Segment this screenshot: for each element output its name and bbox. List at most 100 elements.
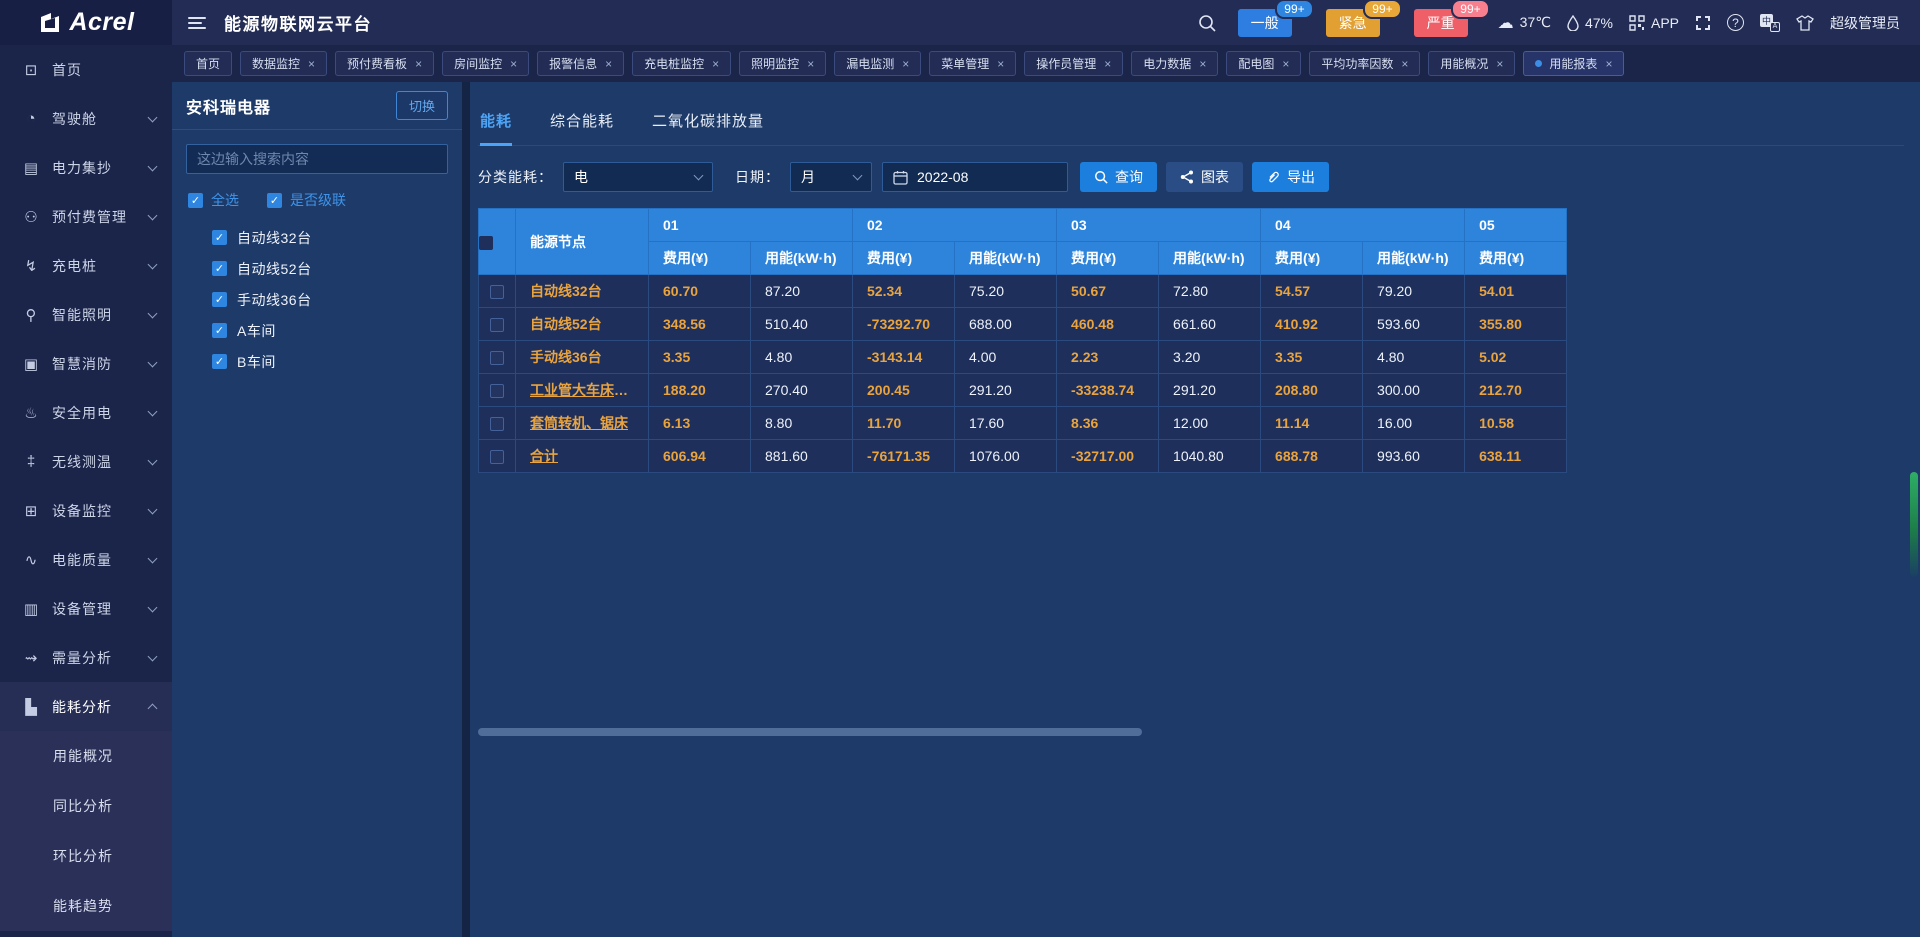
sidebar-item-cockpit[interactable]: ◔驾驶舱 xyxy=(0,94,172,143)
select-all-checkbox[interactable]: ✓ 全选 xyxy=(188,190,239,210)
row-checkbox[interactable] xyxy=(490,450,504,464)
close-icon[interactable]: × xyxy=(807,57,814,71)
energy-node-name[interactable]: 自动线32台 xyxy=(516,275,649,308)
submenu-item-环比分析[interactable]: 环比分析 xyxy=(0,831,172,881)
sidebar-item-energy-analysis[interactable]: ▙能耗分析 xyxy=(0,682,172,731)
tab-配电图[interactable]: 配电图× xyxy=(1226,51,1301,76)
tree-item-B车间[interactable]: ✓B车间 xyxy=(212,346,462,377)
sidebar-item-power-reading[interactable]: ▤电力集抄 xyxy=(0,143,172,192)
close-icon[interactable]: × xyxy=(712,57,719,71)
tab-二氧化碳排放量[interactable]: 二氧化碳排放量 xyxy=(652,110,764,145)
date-picker[interactable]: 2022-08 xyxy=(882,162,1068,192)
tab-电力数据[interactable]: 电力数据× xyxy=(1131,51,1218,76)
sidebar-item-prepaid-mgmt[interactable]: ⚇预付费管理 xyxy=(0,192,172,241)
tab-首页[interactable]: 首页 xyxy=(184,51,232,76)
node-link[interactable]: 工业管大车床、加... xyxy=(530,382,649,398)
sidebar-item-smart-fire[interactable]: ▣智慧消防 xyxy=(0,339,172,388)
switch-button[interactable]: 切换 xyxy=(396,91,448,120)
table-select-all-checkbox[interactable] xyxy=(479,236,493,250)
close-icon[interactable]: × xyxy=(997,57,1004,71)
sidebar-item-power-quality[interactable]: ∿电能质量 xyxy=(0,535,172,584)
tab-平均功率因数[interactable]: 平均功率因数× xyxy=(1309,51,1420,76)
sidebar-item-smart-lighting[interactable]: ⚲智能照明 xyxy=(0,290,172,339)
tree-item-自动线52台[interactable]: ✓自动线52台 xyxy=(212,253,462,284)
tab-照明监控[interactable]: 照明监控× xyxy=(739,51,826,76)
close-icon[interactable]: × xyxy=(415,57,422,71)
checkbox-checked-icon[interactable]: ✓ xyxy=(212,230,227,245)
checkbox-checked-icon[interactable]: ✓ xyxy=(212,292,227,307)
close-icon[interactable]: × xyxy=(1496,57,1503,71)
close-icon[interactable]: × xyxy=(1605,57,1612,71)
period-select[interactable]: 月 xyxy=(790,162,872,192)
tab-综合能耗[interactable]: 综合能耗 xyxy=(550,110,614,145)
sidebar-item-device-monitor[interactable]: ⊞设备监控 xyxy=(0,486,172,535)
tree-item-A车间[interactable]: ✓A车间 xyxy=(212,315,462,346)
tab-预付费看板[interactable]: 预付费看板× xyxy=(335,51,434,76)
theme-shirt-icon[interactable] xyxy=(1796,15,1814,31)
checkbox-checked-icon[interactable]: ✓ xyxy=(212,323,227,338)
category-select[interactable]: 电 xyxy=(563,162,713,192)
energy-node-name[interactable]: 工业管大车床、加... xyxy=(516,374,649,407)
tab-漏电监测[interactable]: 漏电监测× xyxy=(834,51,921,76)
energy-node-name[interactable]: 手动线36台 xyxy=(516,341,649,374)
sidebar-item-device-mgmt[interactable]: ▥设备管理 xyxy=(0,584,172,633)
tab-用能报表[interactable]: 用能报表× xyxy=(1523,51,1624,76)
energy-node-name[interactable]: 合计 xyxy=(516,440,649,473)
fee-value: -32717.00 xyxy=(1057,440,1159,473)
close-icon[interactable]: × xyxy=(1282,57,1289,71)
energy-node-name[interactable]: 套筒转机、锯床 xyxy=(516,407,649,440)
row-checkbox[interactable] xyxy=(490,351,504,365)
tab-数据监控[interactable]: 数据监控× xyxy=(240,51,327,76)
tree-item-手动线36台[interactable]: ✓手动线36台 xyxy=(212,284,462,315)
close-icon[interactable]: × xyxy=(1401,57,1408,71)
cascade-checkbox[interactable]: ✓ 是否级联 xyxy=(267,190,346,210)
export-button[interactable]: 导出 xyxy=(1252,162,1329,192)
sidebar-item-safe-power[interactable]: ♨安全用电 xyxy=(0,388,172,437)
alarm-button-严重[interactable]: 严重99+ xyxy=(1414,9,1468,37)
help-icon[interactable]: ? xyxy=(1727,14,1744,31)
close-icon[interactable]: × xyxy=(902,57,909,71)
node-link[interactable]: 合计 xyxy=(530,448,558,464)
chart-button[interactable]: 图表 xyxy=(1166,162,1243,192)
tab-操作员管理[interactable]: 操作员管理× xyxy=(1024,51,1123,76)
submenu-item-用能概况[interactable]: 用能概况 xyxy=(0,731,172,781)
tab-充电桩监控[interactable]: 充电桩监控× xyxy=(632,51,731,76)
close-icon[interactable]: × xyxy=(308,57,315,71)
alarm-button-一般[interactable]: 一般99+ xyxy=(1238,9,1292,37)
submenu-item-同比分析[interactable]: 同比分析 xyxy=(0,781,172,831)
horizontal-scrollbar[interactable] xyxy=(478,728,1142,736)
row-checkbox[interactable] xyxy=(490,285,504,299)
row-checkbox[interactable] xyxy=(490,417,504,431)
sidebar-item-charging-pile[interactable]: ↯充电桩 xyxy=(0,241,172,290)
close-icon[interactable]: × xyxy=(605,57,612,71)
sidebar-item-demand-analysis[interactable]: ⇝需量分析 xyxy=(0,633,172,682)
checkbox-checked-icon[interactable]: ✓ xyxy=(212,261,227,276)
tab-用能概况[interactable]: 用能概况× xyxy=(1428,51,1515,76)
collapse-menu-icon[interactable] xyxy=(188,17,208,29)
fullscreen-icon[interactable] xyxy=(1695,15,1711,31)
tab-报警信息[interactable]: 报警信息× xyxy=(537,51,624,76)
app-qr-button[interactable]: APP xyxy=(1629,15,1679,31)
language-icon[interactable]: 中A xyxy=(1760,14,1780,32)
submenu-item-能耗趋势[interactable]: 能耗趋势 xyxy=(0,881,172,931)
tab-能耗[interactable]: 能耗 xyxy=(480,110,512,145)
tab-房间监控[interactable]: 房间监控× xyxy=(442,51,529,76)
close-icon[interactable]: × xyxy=(1104,57,1111,71)
row-checkbox[interactable] xyxy=(490,384,504,398)
alarm-button-紧急[interactable]: 紧急99+ xyxy=(1326,9,1380,37)
device-search-input[interactable] xyxy=(186,144,448,174)
sidebar-item-home[interactable]: ⊡首页 xyxy=(0,45,172,94)
node-link[interactable]: 套筒转机、锯床 xyxy=(530,415,628,431)
tab-菜单管理[interactable]: 菜单管理× xyxy=(929,51,1016,76)
current-user[interactable]: 超级管理员 xyxy=(1830,13,1900,33)
search-icon[interactable] xyxy=(1198,14,1216,32)
checkbox-checked-icon[interactable]: ✓ xyxy=(212,354,227,369)
vertical-scrollbar[interactable] xyxy=(1910,472,1918,577)
sidebar-item-wireless-temp[interactable]: ‡无线测温 xyxy=(0,437,172,486)
close-icon[interactable]: × xyxy=(1199,57,1206,71)
row-checkbox[interactable] xyxy=(490,318,504,332)
tree-item-自动线32台[interactable]: ✓自动线32台 xyxy=(212,222,462,253)
energy-node-name[interactable]: 自动线52台 xyxy=(516,308,649,341)
close-icon[interactable]: × xyxy=(510,57,517,71)
query-button[interactable]: 查询 xyxy=(1080,162,1157,192)
